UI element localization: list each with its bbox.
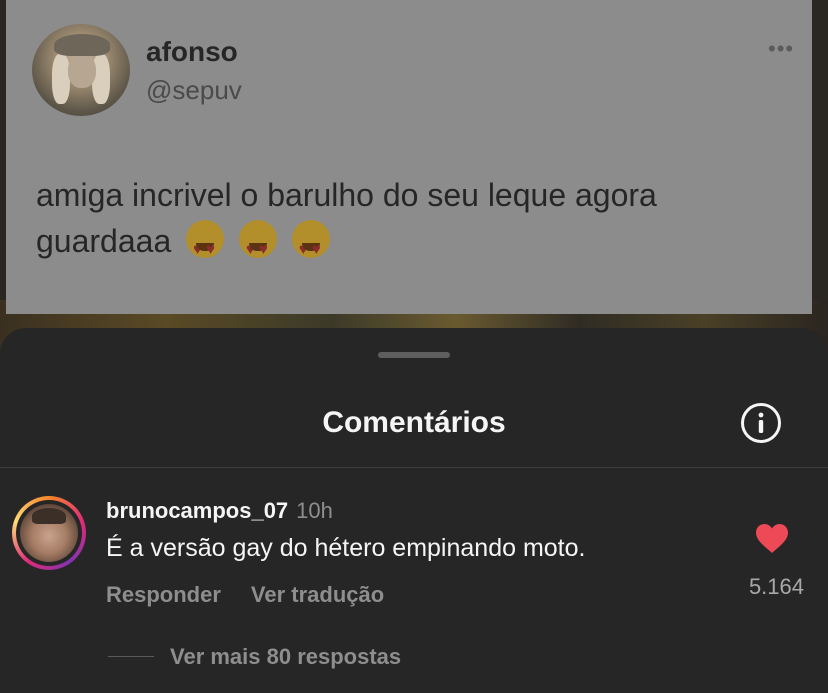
tweet-text: amiga incrivel o barulho do seu leque ag… — [36, 172, 776, 273]
heart-eyes-emoji-icon — [239, 220, 278, 273]
commenter-avatar[interactable] — [12, 496, 86, 570]
reply-button[interactable]: Responder — [106, 582, 221, 607]
heart-eyes-emoji-icon — [291, 220, 330, 273]
comment-timestamp: 10h — [296, 498, 333, 523]
tweet-author-avatar — [32, 24, 130, 116]
heart-icon[interactable] — [755, 523, 789, 555]
tweet-text-content: amiga incrivel o barulho do seu leque ag… — [36, 177, 657, 259]
comment-text: É a versão gay do hétero empinando moto. — [106, 534, 586, 562]
info-icon[interactable] — [740, 402, 782, 444]
sheet-drag-handle[interactable] — [378, 352, 450, 358]
comment-actions: Responder Ver tradução — [106, 582, 414, 608]
more-options-icon: ••• — [768, 36, 795, 61]
tweet-display-name: afonso — [146, 36, 238, 67]
see-translation-button[interactable]: Ver tradução — [251, 582, 384, 607]
tweet-screenshot-card: afonso @sepuv ••• amiga incrivel o barul… — [6, 0, 812, 314]
like-count: 5.164 — [748, 574, 804, 599]
replies-divider-line — [108, 656, 154, 657]
tweet-handle: @sepuv — [146, 75, 242, 105]
comment-header: brunocampos_07 10h — [106, 498, 333, 524]
heart-eyes-emoji-icon — [186, 220, 225, 273]
header-divider — [0, 467, 828, 468]
sheet-title: Comentários — [322, 406, 506, 439]
comments-sheet: Comentários brunocampos_07 10h É a versão… — [0, 328, 828, 693]
view-more-replies-button[interactable]: Ver mais 80 respostas — [170, 644, 401, 670]
commenter-username[interactable]: brunocampos_07 — [106, 498, 288, 523]
